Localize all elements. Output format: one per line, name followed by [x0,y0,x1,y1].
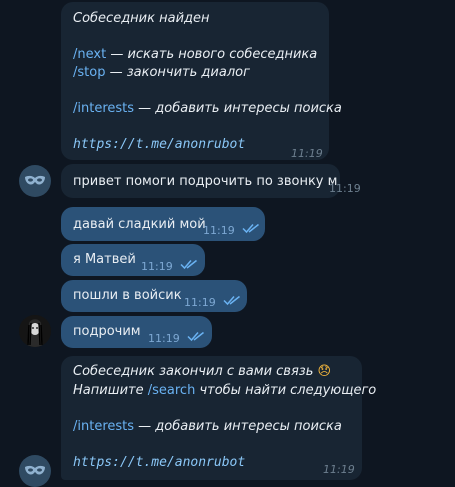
command-next-link[interactable]: /next [73,47,106,62]
command-interests-desc: — добавить интересы поиска [134,419,342,434]
double-check-icon [223,295,240,306]
message-text: давай сладкий мой [73,217,206,232]
command-next-desc: — искать нового собеседника [106,47,318,62]
bot-url-link[interactable]: https://t.me/anonrubot [73,136,245,154]
message-line-write: Напишите [73,383,148,398]
message-time: 11:19 [203,224,235,237]
command-interests-link[interactable]: /interests [73,101,134,116]
bot-message-found: Собеседник найден /next — искать нового … [61,2,342,160]
photo-avatar [19,315,51,347]
message-text: привет помоги подрочить по звонку м [73,174,338,189]
command-search-link[interactable]: /search [148,383,196,398]
message-title: Собеседник найден [73,11,210,26]
user-avatar[interactable] [19,315,51,347]
disappointed-emoji: 😞 [317,364,332,379]
message-text: я Матвей [73,252,136,267]
command-interests-link[interactable]: /interests [73,419,134,434]
bot-url-link[interactable]: https://t.me/anonrubot [73,454,245,472]
message-time: 11:19 [184,296,216,309]
message-line-next: чтобы найти следующего [195,383,377,398]
double-check-icon [180,259,197,270]
message-time: 11:19 [329,182,361,195]
bot-message-ended: Собеседник закончил с вами связь 😞 Напиш… [61,356,376,480]
outgoing-message: подрочим 11:19 [61,316,212,348]
command-stop-link[interactable]: /stop [73,65,105,80]
message-line-ended: Собеседник закончил с вами связь [73,364,314,379]
message-time: 11:19 [291,147,323,160]
mask-icon [25,465,45,475]
message-time: 11:19 [141,260,173,273]
outgoing-message: давай сладкий мой 11:19 [61,207,265,241]
bot-avatar[interactable] [19,455,51,487]
outgoing-message: пошли в войсик 11:19 [61,280,247,312]
incoming-message: привет помоги подрочить по звонку м 11:1… [61,164,361,198]
bot-avatar[interactable] [19,165,51,197]
command-interests-desc: — добавить интересы поиска [134,101,342,116]
mask-icon [25,175,45,185]
double-check-icon [187,331,204,342]
double-check-icon [242,223,259,234]
message-text: подрочим [73,324,141,339]
command-stop-desc: — закончить диалог [105,65,250,80]
message-time: 11:19 [148,332,180,345]
message-text: пошли в войсик [73,288,182,303]
message-time: 11:19 [323,463,355,476]
outgoing-message: я Матвей 11:19 [61,244,205,276]
